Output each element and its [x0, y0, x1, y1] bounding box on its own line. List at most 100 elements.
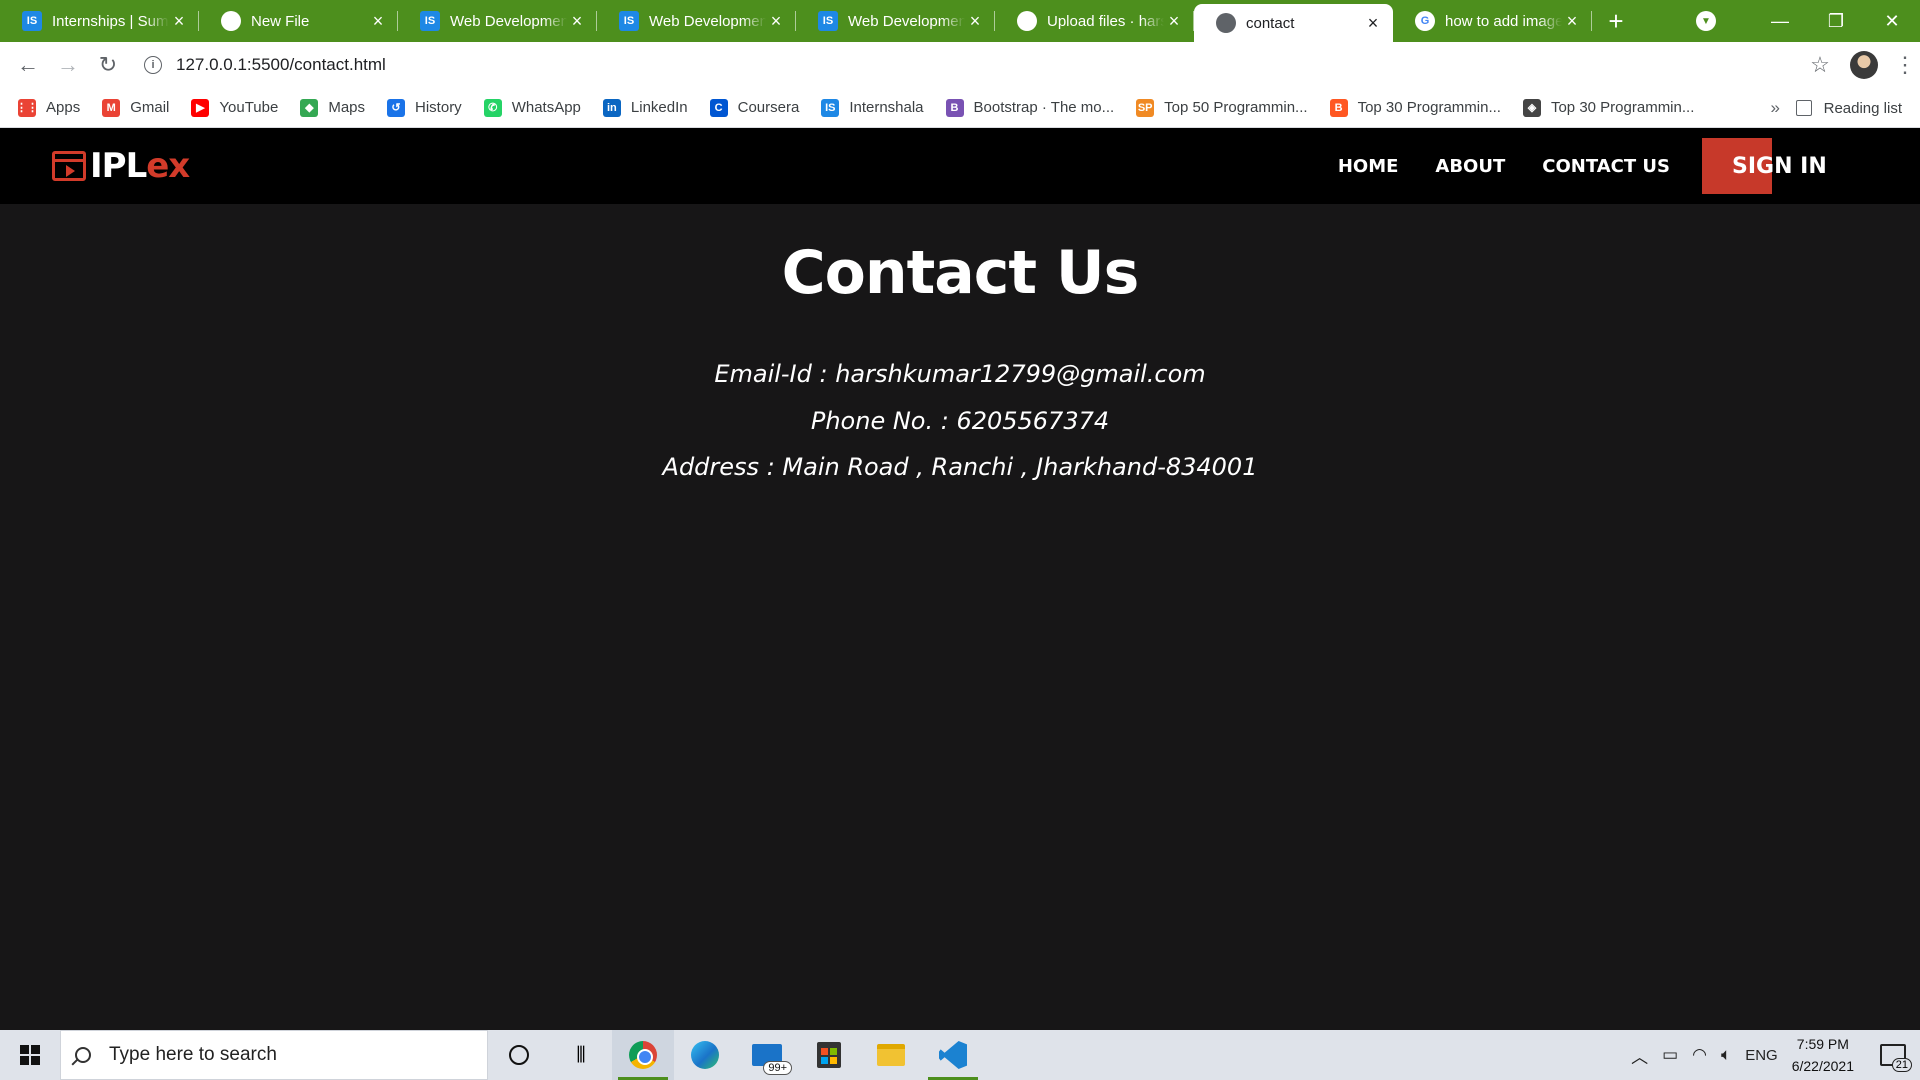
- clock[interactable]: 7:59 PM 6/22/2021: [1792, 1033, 1854, 1077]
- browser-tab[interactable]: Ghow to add image ×: [1393, 0, 1592, 42]
- close-window-icon[interactable]: ✕: [1864, 0, 1920, 42]
- bookmark-label: Coursera: [737, 99, 800, 116]
- battery-icon[interactable]: ▭: [1662, 1045, 1678, 1065]
- browser-tab-strip: ISInternships | Summer×New File×ISWeb De…: [0, 0, 1920, 42]
- bookmark-item[interactable]: M Gmail: [102, 98, 169, 117]
- linkedin-icon: in: [602, 98, 621, 117]
- new-tab-button[interactable]: +: [1592, 0, 1640, 42]
- browser-tab[interactable]: IS Web Development ×: [597, 0, 796, 42]
- more-bookmarks-icon[interactable]: »: [1771, 98, 1780, 118]
- browser-tab[interactable]: New File ×: [199, 0, 398, 42]
- folder-icon: [877, 1044, 905, 1066]
- tab-search-icon[interactable]: ▼: [1696, 11, 1716, 31]
- site-logo[interactable]: IPL ex: [52, 146, 190, 186]
- sign-in-button[interactable]: SIGN IN: [1702, 138, 1857, 194]
- vscode-taskbar-button[interactable]: [922, 1030, 984, 1080]
- browser-tab[interactable]: IS Web Development ×: [398, 0, 597, 42]
- tab-title: Web Development: [450, 12, 567, 30]
- bookmark-label: Bootstrap · The mo...: [973, 99, 1115, 116]
- forward-icon[interactable]: →: [48, 45, 88, 85]
- bookmark-item[interactable]: ▶ YouTube: [191, 98, 279, 117]
- logo-text: IPL: [90, 146, 147, 186]
- bookmark-label: Internshala: [849, 99, 924, 116]
- volume-icon[interactable]: 🔈︎: [1721, 1045, 1731, 1065]
- bookmark-item[interactable]: in LinkedIn: [602, 98, 688, 117]
- reading-list-button[interactable]: Reading list: [1795, 88, 1902, 128]
- bookmark-label: Top 30 Programmin...: [1550, 99, 1695, 116]
- bookmark-star-icon[interactable]: ☆: [1800, 52, 1840, 78]
- bookmark-label: History: [415, 99, 462, 116]
- address-bar[interactable]: i 127.0.0.1:5500/contact.html: [138, 47, 1800, 83]
- internshala-icon: IS: [821, 98, 840, 117]
- bookmark-item[interactable]: IS Internshala: [821, 98, 924, 117]
- store-taskbar-button[interactable]: [798, 1030, 860, 1080]
- edge-taskbar-button[interactable]: [674, 1030, 736, 1080]
- task-view-button[interactable]: ⫴: [550, 1030, 612, 1080]
- edge-icon: [691, 1041, 719, 1069]
- language-indicator[interactable]: ENG: [1745, 1047, 1778, 1064]
- browser-menu-icon[interactable]: ⋮: [1890, 52, 1920, 78]
- page-title: Contact Us: [781, 238, 1140, 308]
- nav-contact-link[interactable]: CONTACT US: [1542, 156, 1670, 177]
- bookmark-item[interactable]: ◆ Maps: [300, 98, 365, 117]
- bookmark-label: Top 30 Programmin...: [1357, 99, 1501, 116]
- tab-title: how to add image: [1445, 12, 1562, 30]
- nav-home-link[interactable]: HOME: [1338, 156, 1399, 177]
- cortana-button[interactable]: [488, 1030, 550, 1080]
- bookmark-label: YouTube: [219, 99, 279, 116]
- taskbar-search[interactable]: Type here to search: [60, 1030, 488, 1080]
- close-tab-icon[interactable]: ×: [169, 11, 189, 32]
- task-view-icon: ⫴: [576, 1042, 586, 1067]
- explorer-taskbar-button[interactable]: [860, 1030, 922, 1080]
- bookmark-item[interactable]: ✆ WhatsApp: [483, 98, 581, 117]
- mail-badge: 99+: [763, 1061, 792, 1075]
- github-icon: [1017, 11, 1037, 31]
- bookmark-item[interactable]: B Top 30 Programmin...: [1329, 98, 1501, 117]
- profile-avatar[interactable]: [1850, 51, 1878, 79]
- notification-icon[interactable]: 21: [1880, 1044, 1912, 1072]
- close-tab-icon[interactable]: ×: [567, 11, 587, 32]
- browser-tab[interactable]: IS Web Development ×: [796, 0, 995, 42]
- bookmark-item[interactable]: ◈ Top 30 Programmin...: [1522, 98, 1695, 117]
- github-icon: [221, 11, 241, 31]
- site-info-icon[interactable]: i: [144, 56, 162, 74]
- bookmark-item[interactable]: ⋮⋮ Apps: [16, 98, 80, 117]
- close-tab-icon[interactable]: ×: [1562, 11, 1582, 32]
- chevron-up-icon[interactable]: ︿: [1631, 1043, 1648, 1068]
- close-tab-icon[interactable]: ×: [368, 11, 388, 32]
- chrome-taskbar-button[interactable]: [612, 1030, 674, 1080]
- mail-taskbar-button[interactable]: 99+: [736, 1030, 798, 1080]
- back-icon[interactable]: ←: [8, 45, 48, 85]
- internshala-icon: IS: [619, 11, 639, 31]
- wifi-icon[interactable]: ◠: [1692, 1045, 1707, 1065]
- minimize-icon[interactable]: —: [1752, 0, 1808, 42]
- reload-icon[interactable]: ↻: [88, 45, 128, 85]
- browser-tab[interactable]: IS Internships | Summer×: [0, 0, 199, 42]
- globe-icon: [1216, 13, 1236, 33]
- notification-count: 21: [1891, 1058, 1912, 1072]
- internshala-icon: IS: [22, 11, 42, 31]
- coursera-icon: C: [709, 98, 728, 117]
- close-tab-icon[interactable]: ×: [766, 11, 786, 32]
- bookmark-item[interactable]: C Coursera: [709, 98, 800, 117]
- bookmark-item[interactable]: SP Top 50 Programmin...: [1136, 98, 1308, 117]
- youtube-icon: ▶: [191, 98, 210, 117]
- close-tab-icon[interactable]: ×: [1164, 11, 1184, 32]
- close-tab-icon[interactable]: ×: [1363, 13, 1383, 34]
- tab-title: Web Development: [649, 12, 766, 30]
- bookmark-label: LinkedIn: [630, 99, 688, 116]
- tab-title: New File: [251, 12, 310, 30]
- browser-tab[interactable]: contact ×: [1194, 4, 1393, 42]
- nav-about-link[interactable]: ABOUT: [1435, 156, 1505, 177]
- bookmark-item[interactable]: B Bootstrap · The mo...: [945, 98, 1115, 117]
- close-tab-icon[interactable]: ×: [965, 11, 985, 32]
- url-text[interactable]: 127.0.0.1:5500/contact.html: [176, 55, 386, 75]
- browser-toolbar: ← → ↻ i 127.0.0.1:5500/contact.html ☆ ⋮: [0, 42, 1920, 88]
- bookmark-item[interactable]: ↺ History: [387, 98, 462, 117]
- browser-tab[interactable]: Upload files · harsh ×: [995, 0, 1194, 42]
- page-content: IPL ex HOME ABOUT CONTACT US SIGN IN Cont…: [0, 128, 1920, 1030]
- contact-address: Address : Main Road , Ranchi , Jharkhand…: [662, 453, 1258, 481]
- start-button[interactable]: [0, 1030, 60, 1080]
- restore-icon[interactable]: ❐: [1808, 0, 1864, 42]
- internshala-icon: IS: [420, 11, 440, 31]
